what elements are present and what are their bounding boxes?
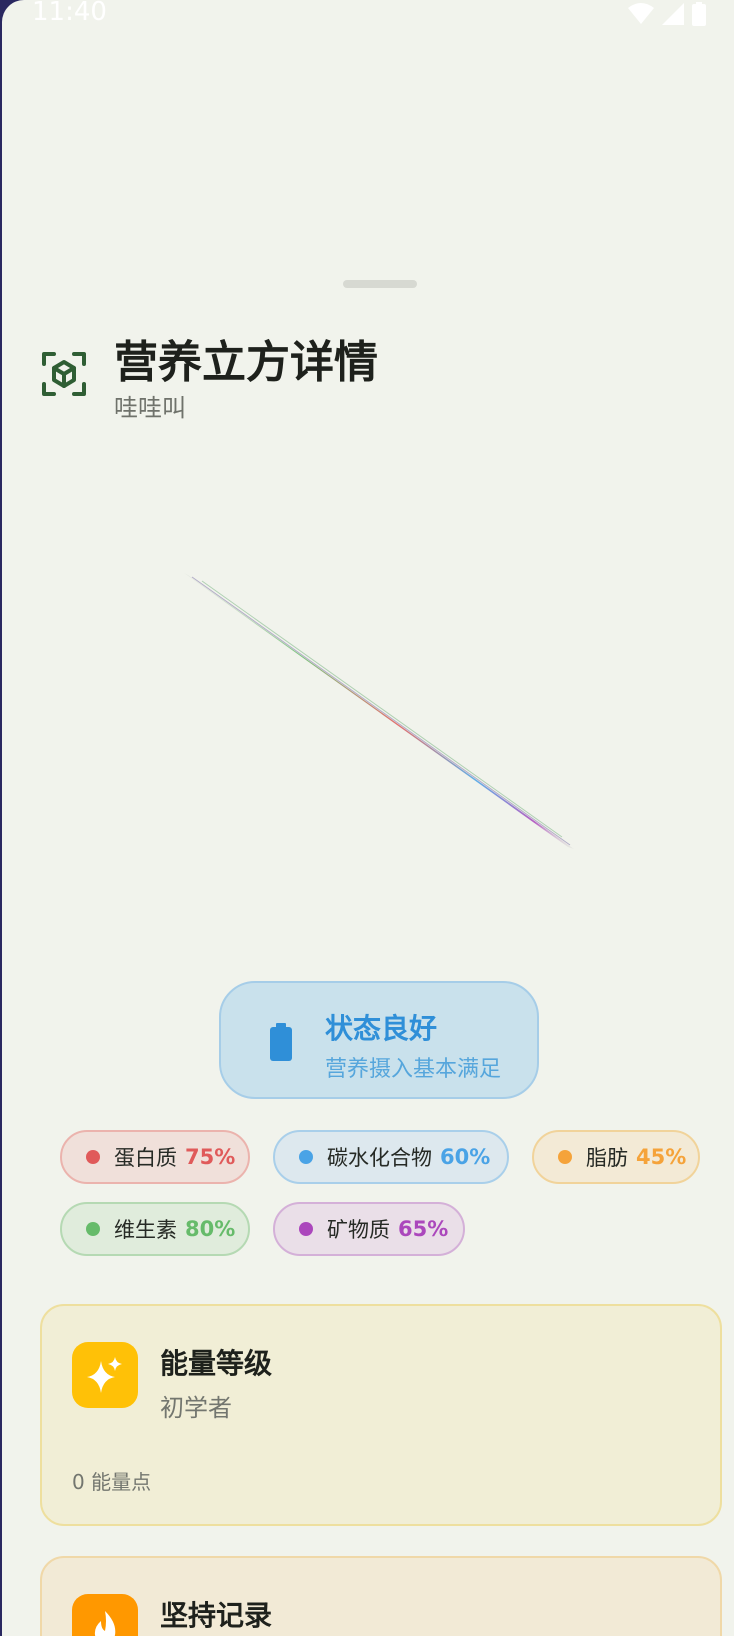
status-card: 状态良好 营养摄入基本满足 [219, 981, 539, 1099]
nutrient-label: 碳水化合物 [327, 1146, 432, 1170]
carbs-dot [299, 1150, 313, 1164]
nutrient-chip-minerals[interactable]: 矿物质 65% [273, 1202, 465, 1256]
energy-level-label: 初学者 [160, 1394, 232, 1422]
flame-icon [72, 1594, 138, 1636]
battery-icon [270, 1023, 292, 1061]
status-icons [628, 2, 706, 26]
nutrient-percent: 65% [398, 1217, 449, 1241]
nutrient-chip-protein[interactable]: 蛋白质 75% [60, 1130, 250, 1184]
detail-sheet: 11:40 营养立方详情 哇哇叫 状态良好 营养摄入基本满足 蛋白质 75% 碳… [2, 0, 734, 1636]
wifi-icon [628, 3, 654, 24]
battery-status-icon [692, 2, 706, 26]
nutrient-label: 脂肪 [586, 1146, 628, 1170]
vitamins-dot [86, 1222, 100, 1236]
energy-points: 0 能量点 [72, 1470, 152, 1494]
page-subtitle: 哇哇叫 [114, 394, 186, 422]
status-description: 营养摄入基本满足 [325, 1057, 502, 1082]
cube-scan-icon [40, 350, 88, 398]
fat-dot [558, 1150, 572, 1164]
nutrient-chip-vitamins[interactable]: 维生素 80% [60, 1202, 250, 1256]
nutrient-percent: 60% [440, 1145, 491, 1169]
sparkle-icon [72, 1342, 138, 1408]
nutrient-chip-carbs[interactable]: 碳水化合物 60% [273, 1130, 509, 1184]
minerals-dot [299, 1222, 313, 1236]
status-title: 状态良好 [325, 1012, 438, 1045]
streak-card-title: 坚持记录 [160, 1599, 273, 1632]
nutrition-cube-visual[interactable] [182, 565, 582, 855]
energy-card-title: 能量等级 [160, 1347, 273, 1380]
status-bar: 11:40 [2, 0, 734, 30]
nutrient-label: 矿物质 [327, 1218, 390, 1242]
drag-handle[interactable] [343, 280, 417, 288]
protein-dot [86, 1150, 100, 1164]
nutrient-percent: 75% [185, 1145, 236, 1169]
nutrient-label: 维生素 [114, 1218, 177, 1242]
status-time: 11:40 [32, 0, 107, 27]
nutrient-label: 蛋白质 [114, 1146, 177, 1170]
page-title: 营养立方详情 [114, 337, 378, 388]
nutrient-percent: 45% [636, 1145, 687, 1169]
nutrient-chip-fat[interactable]: 脂肪 45% [532, 1130, 700, 1184]
energy-level-card[interactable]: 能量等级 初学者 0 能量点 [40, 1304, 722, 1526]
signal-icon [662, 3, 684, 25]
nutrient-percent: 80% [185, 1217, 236, 1241]
streak-card[interactable]: 坚持记录 [40, 1556, 722, 1636]
